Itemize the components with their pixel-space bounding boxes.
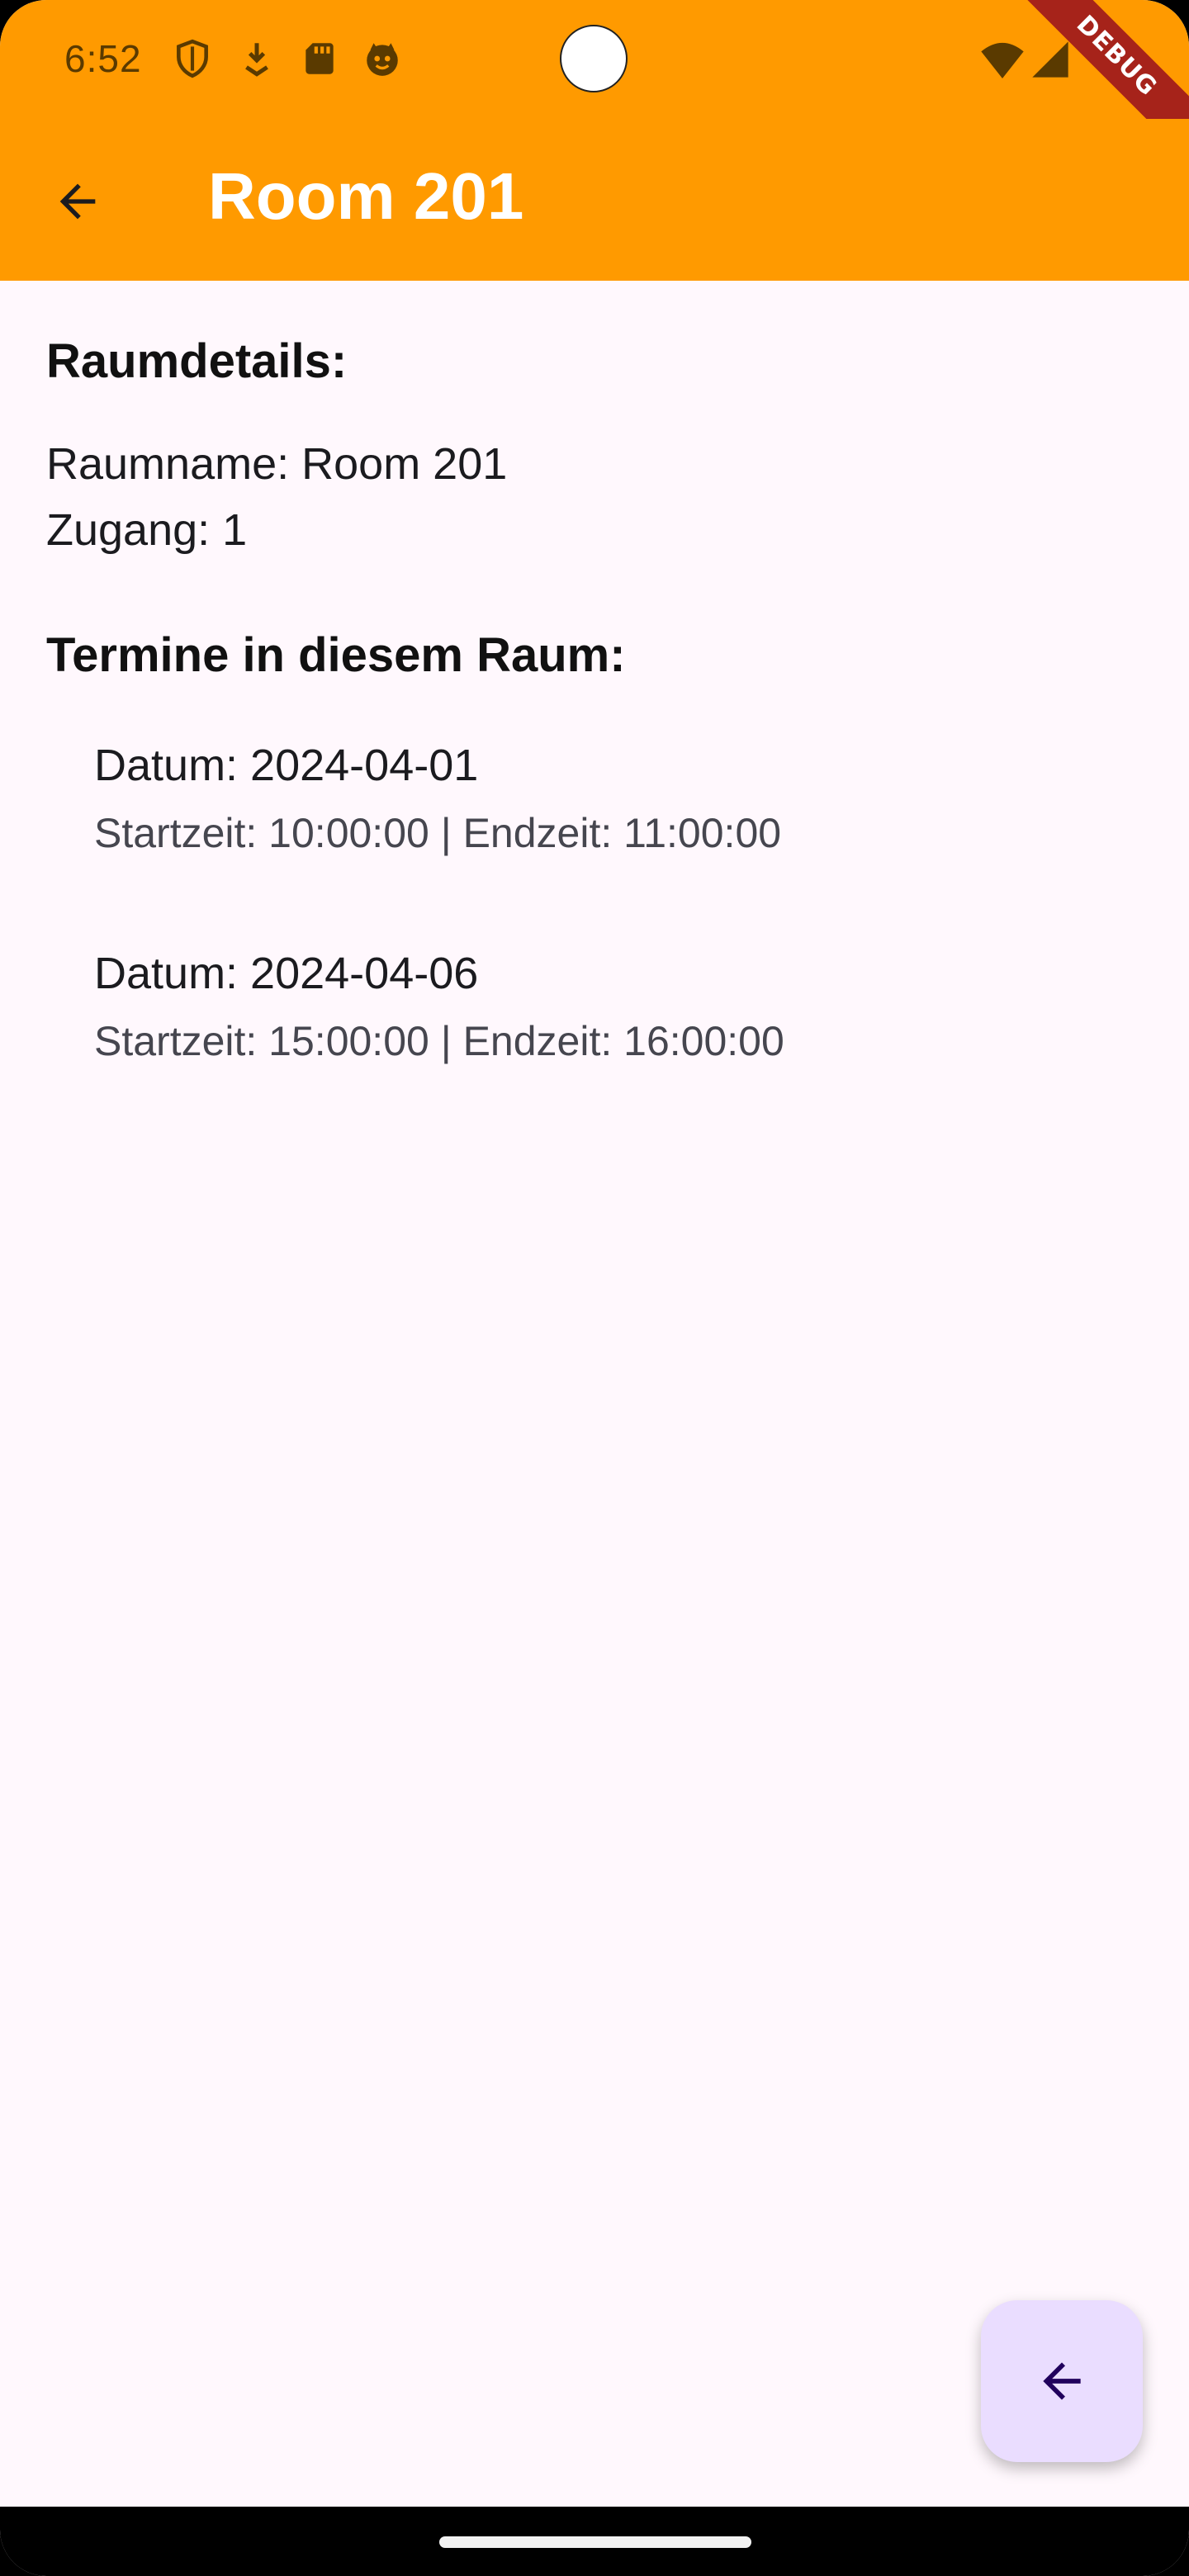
details-heading: Raumdetails:: [46, 334, 348, 388]
app-bar: Room 201: [0, 119, 1189, 281]
appointment-date: Datum: 2024-04-06: [94, 949, 479, 998]
list-item[interactable]: Datum: 2024-04-01 Startzeit: 10:00:00 | …: [46, 740, 1143, 948]
appointment-time: Startzeit: 10:00:00 | Endzeit: 11:00:00: [94, 810, 782, 856]
shield-icon: [177, 39, 208, 78]
appointment-time: Startzeit: 15:00:00 | Endzeit: 16:00:00: [94, 1018, 784, 1064]
list-item[interactable]: Datum: 2024-04-06 Startzeit: 15:00:00 | …: [46, 948, 1143, 1156]
status-time: 6:52: [64, 37, 142, 80]
access-line: Zugang: 1: [46, 505, 248, 555]
back-fab-button[interactable]: [981, 2300, 1143, 2462]
home-indicator[interactable]: [439, 2536, 751, 2548]
system-nav-bar: [0, 2507, 1189, 2576]
phone-screen: 6:52 DEBUG Room 201 Raumdetails: Raumnam…: [0, 0, 1189, 2576]
status-bar: 6:52 DEBUG: [0, 0, 1189, 178]
details-block: Raumname: Room 201 Zugang: 1: [46, 431, 507, 563]
arrow-back-icon: [1043, 2362, 1081, 2400]
wifi-icon: [981, 42, 1024, 78]
download-icon: [245, 43, 268, 77]
arrow-back-icon: [59, 183, 96, 220]
appointments-heading: Termine in diesem Raum:: [46, 628, 626, 682]
back-button[interactable]: [38, 162, 117, 241]
room-name-line: Raumname: Room 201: [46, 439, 508, 489]
signal-icon: [1032, 41, 1068, 78]
face-icon: [367, 43, 398, 76]
page-title: Room 201: [208, 159, 524, 233]
sd-card-icon: [306, 43, 334, 74]
appointment-date: Datum: 2024-04-01: [94, 741, 479, 790]
camera-cutout: [560, 25, 628, 92]
